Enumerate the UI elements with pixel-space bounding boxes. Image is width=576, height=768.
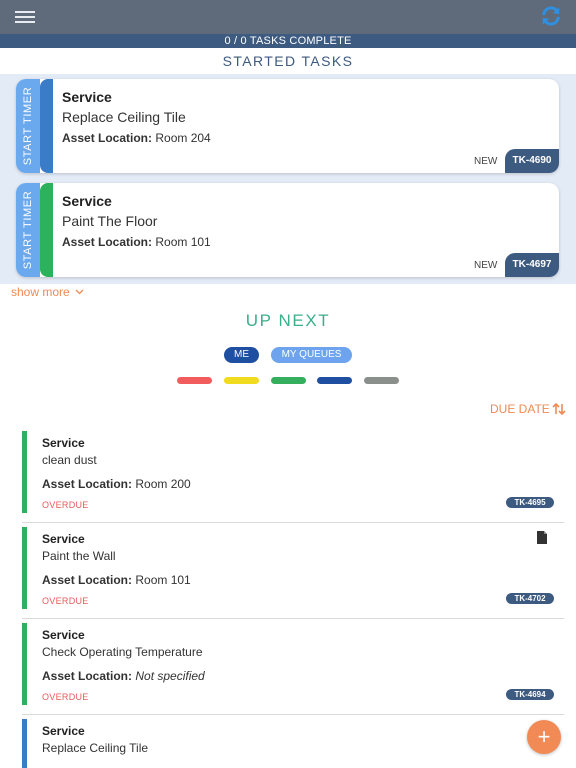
color-filter-green[interactable] (271, 377, 306, 384)
location-value: Not specified (135, 669, 205, 683)
sort-icon[interactable] (552, 403, 566, 415)
task-color-bar (22, 719, 27, 768)
show-more-label: show more (11, 285, 70, 299)
due-status: OVERDUE (42, 692, 89, 702)
task-id-badge: TK-4694 (506, 689, 554, 700)
task-color-bar (22, 431, 27, 513)
task-id-badge: TK-4695 (506, 497, 554, 508)
task-list-item[interactable]: Service clean dust Asset Location: Room … (22, 427, 564, 523)
task-list-item[interactable]: Service Paint the Wall Asset Location: R… (22, 523, 564, 619)
task-title: Paint the Wall (42, 549, 116, 563)
task-category: Service (42, 628, 85, 642)
started-tasks-heading: STARTED TASKS (0, 48, 576, 74)
task-color-stripe (40, 183, 53, 277)
location-value: Room 200 (135, 477, 191, 491)
document-icon (537, 531, 547, 544)
task-title: Replace Ceiling Tile (62, 109, 186, 125)
task-location: Asset Location: Room 204 (62, 131, 211, 145)
color-filter-gray[interactable] (364, 377, 399, 384)
start-timer-label: START TIMER (22, 190, 34, 270)
location-label: Asset Location: (62, 235, 153, 249)
task-color-bar (22, 527, 27, 609)
task-category: Service (62, 193, 112, 209)
filter-my-queues-button[interactable]: MY QUEUES (271, 347, 352, 363)
location-value: Room 101 (135, 573, 191, 587)
location-label: Asset Location: (62, 131, 153, 145)
task-title: Replace Ceiling Tile (42, 741, 149, 755)
task-title: clean dust (42, 453, 97, 467)
top-app-bar (0, 0, 576, 34)
tasks-complete-banner: 0 / 0 TASKS COMPLETE (0, 34, 576, 48)
task-category: Service (42, 724, 85, 738)
task-status: NEW (474, 156, 498, 167)
due-status: OVERDUE (42, 596, 89, 606)
task-location: Asset Location: Room 101 (62, 235, 211, 249)
hamburger-menu-icon[interactable] (15, 11, 35, 24)
started-task-card[interactable]: START TIMER Service Paint The Floor Asse… (16, 183, 559, 277)
task-category: Service (42, 532, 85, 546)
task-color-stripe (40, 79, 53, 173)
location-value: Room 204 (155, 131, 211, 145)
location-label: Asset Location: (42, 573, 133, 587)
task-list-item[interactable]: Service Replace Ceiling Tile (22, 715, 564, 768)
task-title: Paint The Floor (62, 213, 158, 229)
task-location: Asset Location: Room 200 (42, 477, 191, 491)
filter-me-button[interactable]: ME (224, 347, 259, 363)
task-title: Check Operating Temperature (42, 645, 203, 659)
start-timer-label: START TIMER (22, 86, 34, 166)
started-tasks-panel: START TIMER Service Replace Ceiling Tile… (0, 74, 576, 284)
refresh-icon[interactable] (540, 5, 562, 27)
add-task-button[interactable]: + (527, 720, 561, 754)
start-timer-button[interactable]: START TIMER (16, 79, 40, 173)
started-task-card[interactable]: START TIMER Service Replace Ceiling Tile… (16, 79, 559, 173)
task-location: Asset Location: Room 101 (42, 573, 191, 587)
show-more-link[interactable]: show more (11, 285, 84, 299)
task-status: NEW (474, 260, 498, 271)
sort-due-date-button[interactable]: DUE DATE (490, 402, 550, 416)
location-value: Room 101 (155, 235, 211, 249)
start-timer-button[interactable]: START TIMER (16, 183, 40, 277)
up-next-heading: UP NEXT (245, 311, 331, 330)
task-id-badge: TK-4697 (505, 253, 559, 277)
task-category: Service (62, 89, 112, 105)
chevron-down-icon (75, 289, 84, 295)
plus-icon: + (537, 724, 551, 749)
location-label: Asset Location: (42, 669, 133, 683)
due-status: OVERDUE (42, 500, 89, 510)
task-id-badge: TK-4702 (506, 593, 554, 604)
task-color-bar (22, 623, 27, 705)
task-id-badge: TK-4690 (505, 149, 559, 173)
task-location: Asset Location: Not specified (42, 669, 205, 683)
task-list-item[interactable]: Service Check Operating Temperature Asse… (22, 619, 564, 715)
task-category: Service (42, 436, 85, 450)
color-filter-red[interactable] (177, 377, 212, 384)
color-filter-yellow[interactable] (224, 377, 259, 384)
location-label: Asset Location: (42, 477, 133, 491)
color-filter-blue[interactable] (317, 377, 352, 384)
